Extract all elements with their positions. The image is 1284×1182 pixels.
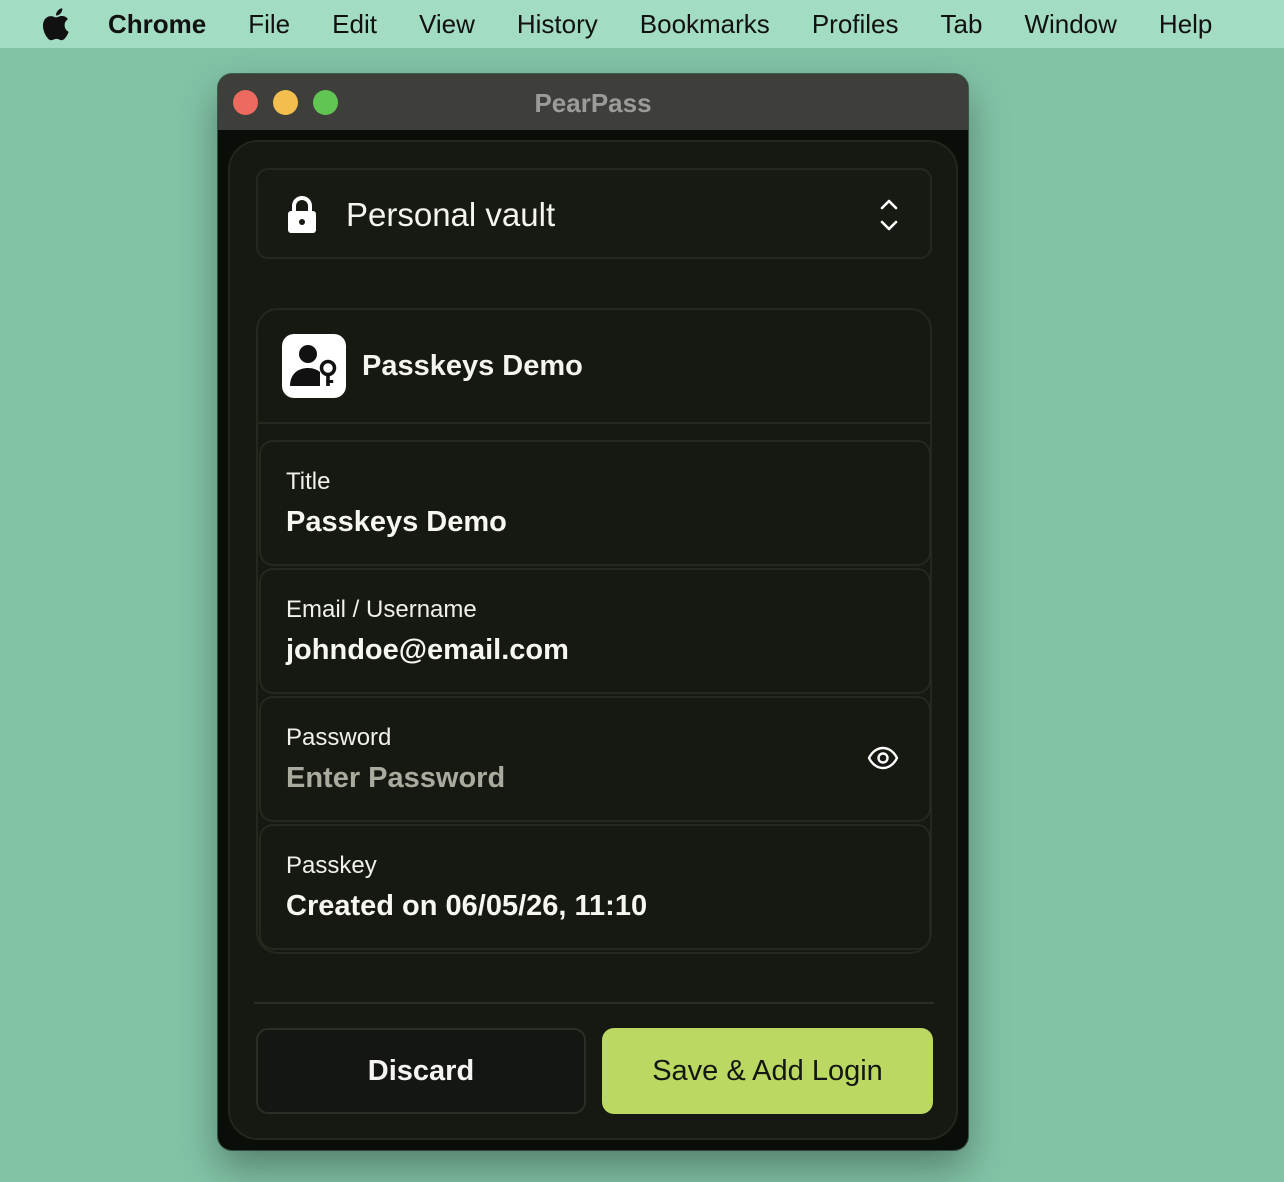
username-value[interactable]: johndoe@email.com: [286, 634, 569, 667]
menu-view[interactable]: View: [419, 9, 475, 40]
vault-selector[interactable]: Personal vault: [256, 168, 932, 259]
menu-edit[interactable]: Edit: [332, 9, 377, 40]
window-title: PearPass: [534, 88, 652, 118]
passkey-label: Passkey: [286, 852, 377, 879]
passkey-value: Created on 06/05/26, 11:10: [286, 890, 648, 922]
footer-divider: [254, 1002, 934, 1004]
password-label: Password: [286, 724, 392, 751]
title-field[interactable]: Title Passkeys Demo: [259, 440, 930, 566]
passkey-field: Passkey Created on 06/05/26, 11:10: [259, 824, 930, 950]
pearpass-window: PearPass Personal vault Passkeys Demo Ti…: [218, 74, 968, 1150]
login-item-card: Passkeys Demo Title Passkeys Demo Email …: [256, 308, 932, 954]
discard-button[interactable]: Discard: [256, 1028, 586, 1114]
item-header: Passkeys Demo: [258, 310, 930, 424]
menu-history[interactable]: History: [517, 9, 598, 40]
menu-profiles[interactable]: Profiles: [812, 9, 899, 40]
menu-chrome[interactable]: Chrome: [108, 9, 206, 40]
username-label: Email / Username: [286, 596, 477, 623]
menu-bookmarks[interactable]: Bookmarks: [640, 9, 770, 40]
password-input[interactable]: [286, 762, 826, 795]
title-label: Title: [286, 468, 331, 495]
password-field[interactable]: Password: [259, 696, 930, 822]
main-panel: Personal vault Passkeys Demo Title Passk…: [228, 140, 958, 1140]
user-key-icon: [290, 345, 337, 386]
menu-bar: Chrome File Edit View History Bookmarks …: [0, 0, 1284, 48]
menu-window[interactable]: Window: [1024, 9, 1116, 40]
apple-logo-icon[interactable]: [40, 7, 70, 41]
eye-icon[interactable]: [867, 746, 899, 770]
chevron-up-down-icon: [880, 199, 898, 231]
title-value[interactable]: Passkeys Demo: [286, 506, 507, 539]
title-bar[interactable]: PearPass: [218, 74, 968, 130]
vault-name: Personal vault: [346, 196, 556, 233]
item-name: Passkeys Demo: [362, 350, 583, 382]
username-field[interactable]: Email / Username johndoe@email.com: [259, 568, 930, 694]
item-avatar: [282, 334, 346, 398]
menu-help[interactable]: Help: [1159, 9, 1212, 40]
lock-icon: [288, 196, 316, 233]
menu-tab[interactable]: Tab: [941, 9, 983, 40]
save-add-login-button[interactable]: Save & Add Login: [602, 1028, 933, 1114]
menu-file[interactable]: File: [248, 9, 290, 40]
